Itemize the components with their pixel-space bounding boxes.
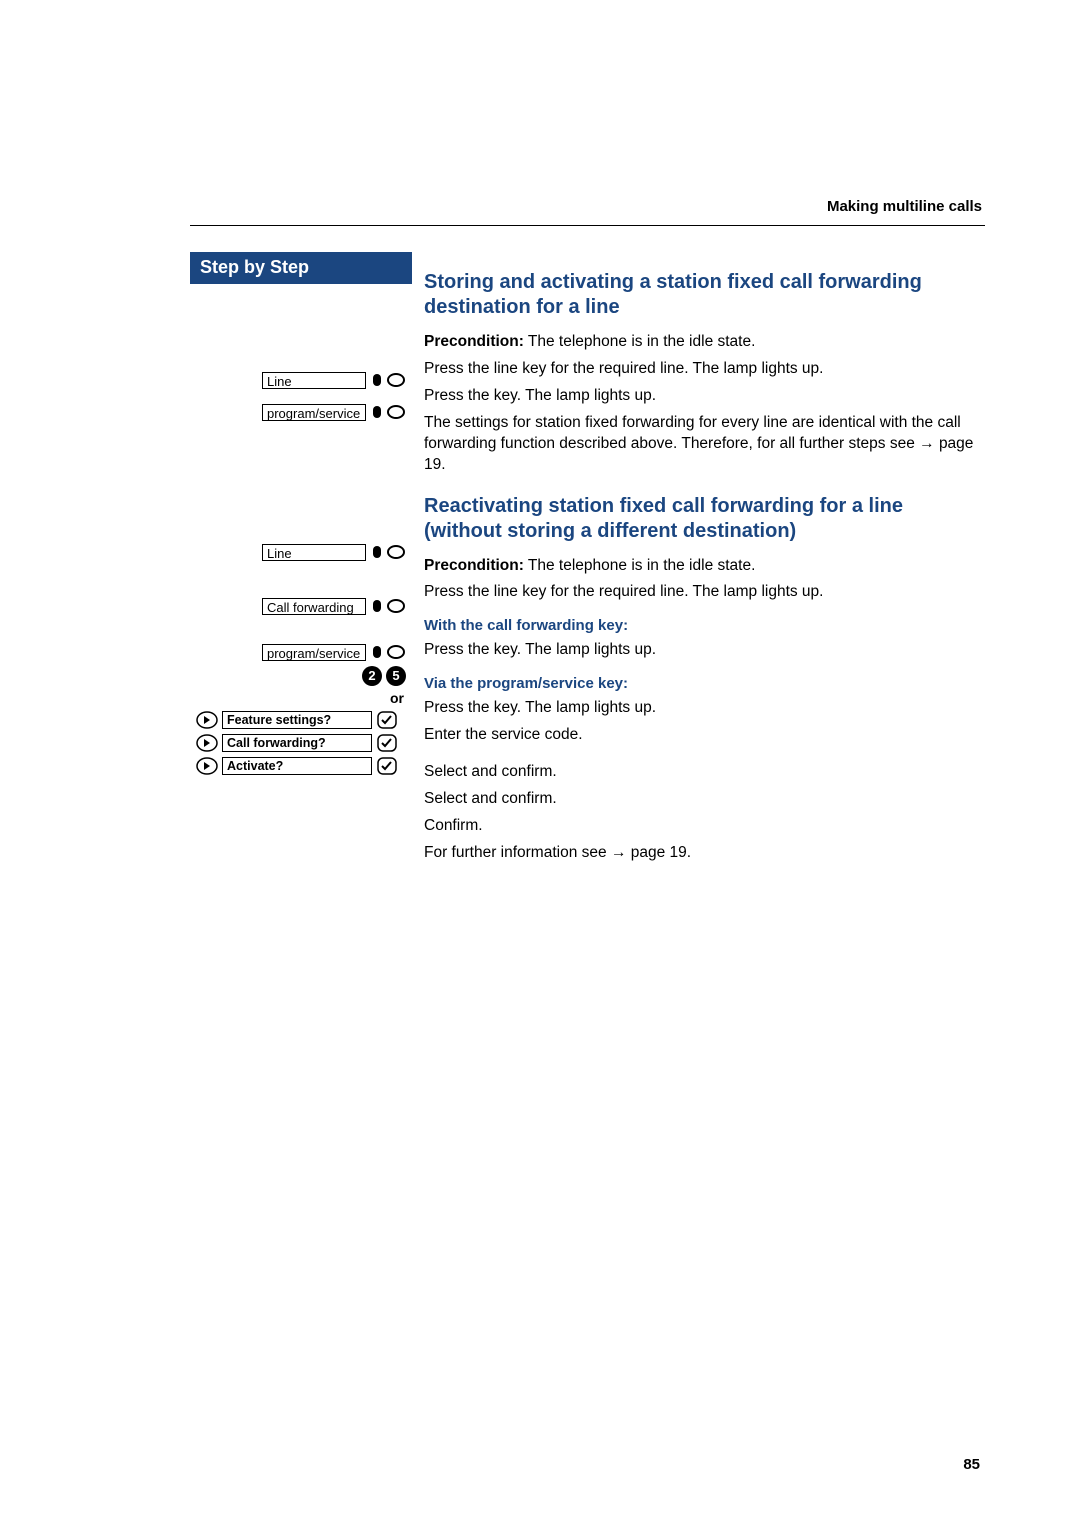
step-by-step-sidebar: Step by Step Line program/service [190, 252, 412, 779]
confirm-key-icon [376, 710, 398, 730]
precondition-text: The telephone is in the idle state. [524, 557, 756, 574]
key-row-call-forwarding: Call forwarding [196, 596, 406, 616]
press-key-1: Press the key. The lamp lights up. [424, 386, 985, 407]
press-key-3: Press the key. The lamp lights up. [424, 698, 985, 719]
menu-row-call-forwarding: Call forwarding? [196, 733, 406, 753]
key-button-icon [386, 596, 406, 616]
menu-row-feature-settings: Feature settings? [196, 710, 406, 730]
precondition-label: Precondition: [424, 557, 524, 574]
menu-row-activate: Activate? [196, 756, 406, 776]
heading-reactivate: Reactivating station fixed call forwardi… [424, 494, 985, 544]
page-ref-19b: page 19. [631, 844, 691, 861]
lamp-icon [370, 370, 384, 390]
confirm-key-icon [376, 756, 398, 776]
press-line-key-1: Press the line key for the required line… [424, 359, 985, 380]
precondition-2: Precondition: The telephone is in the id… [424, 556, 985, 577]
select-confirm-2: Select and confirm. [424, 789, 985, 810]
sidebar-title: Step by Step [190, 252, 412, 284]
scroll-key-icon [196, 733, 218, 753]
further-info-paragraph: For further information see → page 19. [424, 843, 985, 864]
key-button-icon [386, 370, 406, 390]
scroll-key-icon [196, 756, 218, 776]
lamp-icon [370, 542, 384, 562]
display-label: Activate? [222, 757, 372, 775]
key-row-line-1: Line [196, 370, 406, 390]
key-row-program-service-2: program/service [196, 642, 406, 662]
key-label: Call forwarding [262, 598, 366, 615]
precondition-label: Precondition: [424, 333, 524, 350]
precondition-1: Precondition: The telephone is in the id… [424, 332, 985, 353]
digit-5-icon: 5 [386, 666, 406, 686]
arrow-right-icon: → [611, 844, 631, 861]
lamp-icon [370, 402, 384, 422]
keypad-digits: 2 5 [196, 666, 406, 686]
subheading-via-ps-key: Via the program/service key: [424, 675, 985, 692]
precondition-text: The telephone is in the idle state. [524, 333, 756, 350]
further-info-text: For further information see [424, 844, 611, 861]
key-label: Line [262, 544, 366, 561]
display-label: Feature settings? [222, 711, 372, 729]
subheading-with-cf-key: With the call forwarding key: [424, 617, 985, 634]
key-button-icon [386, 642, 406, 662]
lamp-icon [370, 596, 384, 616]
or-label: or [198, 690, 404, 706]
section-title: Making multiline calls [827, 198, 982, 215]
display-label: Call forwarding? [222, 734, 372, 752]
key-button-icon [386, 542, 406, 562]
arrow-right-icon: → [919, 435, 939, 452]
scroll-key-icon [196, 710, 218, 730]
key-label: program/service [262, 644, 366, 661]
lamp-icon [370, 642, 384, 662]
digit-2-icon: 2 [362, 666, 382, 686]
confirm: Confirm. [424, 816, 985, 837]
key-button-icon [386, 402, 406, 422]
key-row-program-service-1: program/service [196, 402, 406, 422]
key-row-line-2: Line [196, 542, 406, 562]
content-column: Storing and activating a station fixed c… [412, 252, 985, 870]
settings-identical-paragraph: The settings for station fixed forwardin… [424, 413, 985, 476]
header-rule [190, 225, 985, 226]
confirm-key-icon [376, 733, 398, 753]
settings-identical-text: The settings for station fixed forwardin… [424, 414, 961, 452]
press-key-2: Press the key. The lamp lights up. [424, 640, 985, 661]
enter-service-code: Enter the service code. [424, 725, 985, 746]
press-line-key-2: Press the line key for the required line… [424, 582, 985, 603]
page-number: 85 [963, 1456, 980, 1473]
key-label: program/service [262, 404, 366, 421]
select-confirm-1: Select and confirm. [424, 762, 985, 783]
heading-storing: Storing and activating a station fixed c… [424, 270, 985, 320]
key-label: Line [262, 372, 366, 389]
